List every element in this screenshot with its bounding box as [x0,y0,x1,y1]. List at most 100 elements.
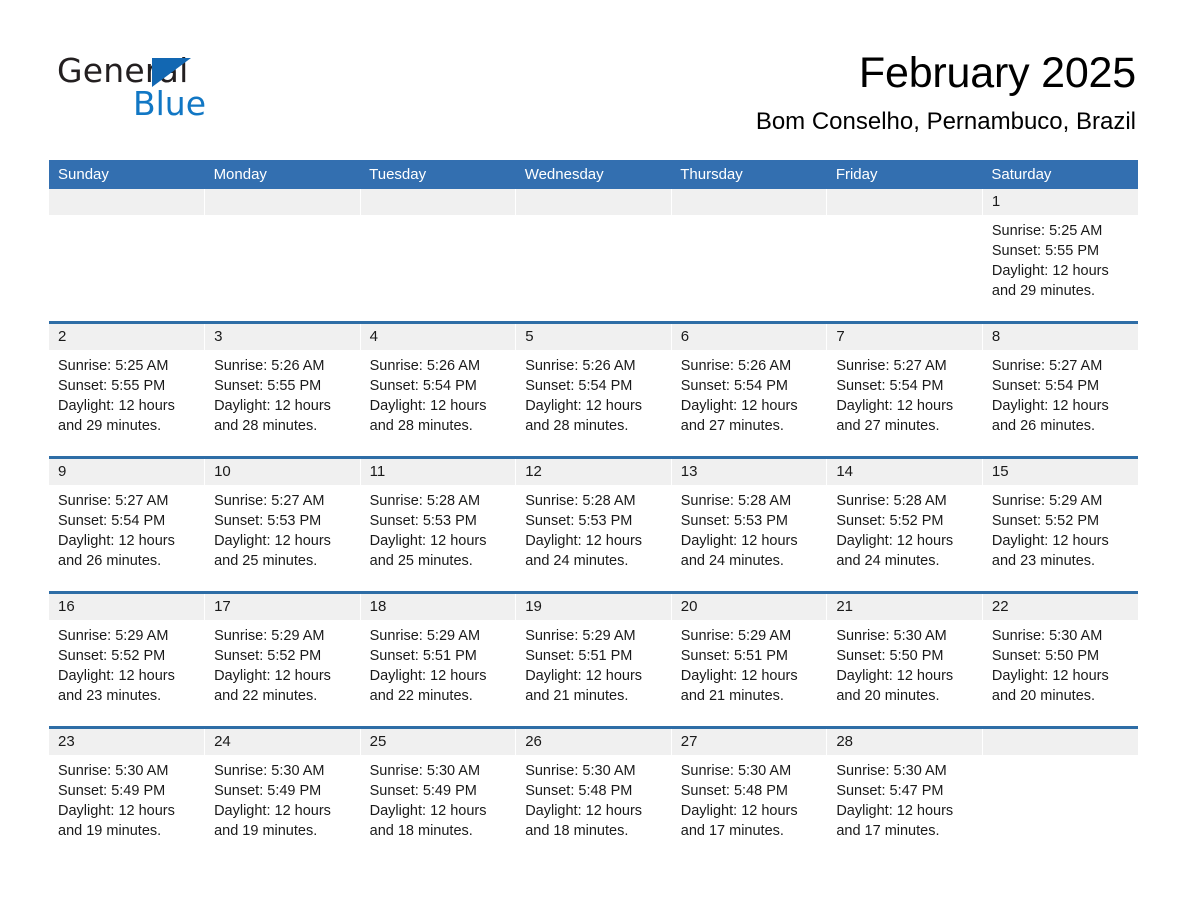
daylight-text-line2: and 26 minutes. [58,553,162,569]
daylight-text-line2: and 25 minutes. [369,553,473,569]
page-header: General Blue February 2025 Bom Conselho,… [0,0,1188,158]
calendar-day-cell-17[interactable]: 17 Sunrise: 5:29 AM Sunset: 5:52 PM Dayligh… [204,591,361,728]
daylight-text-line1: Daylight: 12 hours [369,668,487,684]
daylight-text-line1: Daylight: 12 hours [369,803,487,819]
page-title: February 2025 [858,49,1136,97]
calendar-empty-cell [982,726,1138,861]
sunset-text: Sunset: 5:54 PM [58,513,166,529]
day-number: 2 [49,324,205,350]
day-number [360,189,516,215]
calendar-day-cell-13[interactable]: 13 Sunrise: 5:28 AM Sunset: 5:53 PM Dayligh… [671,456,828,593]
calendar-day-cell-2[interactable]: 2 Sunrise: 5:25 AM Sunset: 5:55 PM Daylight… [49,321,206,458]
calendar-empty-cell [515,189,672,323]
day-number: 17 [205,594,360,620]
sunset-text: Sunset: 5:52 PM [836,513,944,529]
calendar-day-cell-3[interactable]: 3 Sunrise: 5:26 AM Sunset: 5:55 PM Daylight… [204,321,361,458]
calendar-day-cell-10[interactable]: 10 Sunrise: 5:27 AM Sunset: 5:53 PM Dayligh… [204,456,361,593]
calendar-day-cell-19[interactable]: 19 Sunrise: 5:29 AM Sunset: 5:51 PM Dayligh… [515,591,672,728]
daylight-text-line1: Daylight: 12 hours [214,668,331,684]
calendar-day-cell-23[interactable]: 23 Sunrise: 5:30 AM Sunset: 5:49 PM Dayligh… [49,726,206,861]
calendar-day-cell-9[interactable]: 9 Sunrise: 5:27 AM Sunset: 5:54 PM Daylight… [49,456,206,593]
calendar-day-cell-12[interactable]: 12 Sunrise: 5:28 AM Sunset: 5:53 PM Dayligh… [515,456,672,593]
day-number: 15 [982,459,1138,485]
day-details: Sunrise: 5:29 AM Sunset: 5:51 PM Daylight:… [361,620,516,706]
weekday-header-friday: Friday [826,160,983,189]
calendar-day-cell-7[interactable]: 7 Sunrise: 5:27 AM Sunset: 5:54 PM Daylight… [826,321,983,458]
sunrise-text: Sunrise: 5:25 AM [58,358,169,374]
calendar-day-cell-11[interactable]: 11 Sunrise: 5:28 AM Sunset: 5:53 PM Dayligh… [360,456,517,593]
sunrise-text: Sunrise: 5:29 AM [991,493,1103,509]
daylight-text-line2: and 17 minutes. [680,823,784,839]
daylight-text-line1: Daylight: 12 hours [214,398,331,414]
calendar-day-cell-4[interactable]: 4 Sunrise: 5:26 AM Sunset: 5:54 PM Daylight… [360,321,517,458]
day-number: 13 [671,459,827,485]
day-details: Sunrise: 5:30 AM Sunset: 5:50 PM Daylight:… [827,620,982,706]
daylight-text-line1: Daylight: 12 hours [991,263,1109,279]
daylight-text-line1: Daylight: 12 hours [680,803,798,819]
day-number: 27 [671,729,827,755]
daylight-text-line2: and 23 minutes. [991,553,1096,569]
day-details: Sunrise: 5:30 AM Sunset: 5:47 PM Daylight:… [827,755,982,841]
sunset-text: Sunset: 5:54 PM [369,378,477,394]
calendar-day-cell-27[interactable]: 27 Sunrise: 5:30 AM Sunset: 5:48 PM Dayligh… [671,726,828,861]
daylight-text-line2: and 28 minutes. [369,418,473,434]
calendar-day-cell-26[interactable]: 26 Sunrise: 5:30 AM Sunset: 5:48 PM Dayligh… [515,726,672,861]
daylight-text-line2: and 26 minutes. [991,418,1096,434]
calendar-day-cell-25[interactable]: 25 Sunrise: 5:30 AM Sunset: 5:49 PM Dayligh… [360,726,517,861]
calendar-day-cell-18[interactable]: 18 Sunrise: 5:29 AM Sunset: 5:51 PM Dayligh… [360,591,517,728]
sunrise-text: Sunrise: 5:30 AM [836,763,947,779]
calendar-day-cell-16[interactable]: 16 Sunrise: 5:29 AM Sunset: 5:52 PM Dayligh… [49,591,206,728]
daylight-text-line2: and 24 minutes. [680,553,784,569]
daylight-text-line1: Daylight: 12 hours [525,803,643,819]
calendar-day-cell-15[interactable]: 15 Sunrise: 5:29 AM Sunset: 5:52 PM Dayligh… [982,456,1138,593]
day-number: 12 [516,459,671,485]
sunset-text: Sunset: 5:55 PM [214,378,322,394]
daylight-text-line2: and 19 minutes. [214,823,318,839]
calendar-day-cell-14[interactable]: 14 Sunrise: 5:28 AM Sunset: 5:52 PM Dayligh… [826,456,983,593]
calendar-day-cell-6[interactable]: 6 Sunrise: 5:26 AM Sunset: 5:54 PM Daylight… [671,321,828,458]
daylight-text-line1: Daylight: 12 hours [991,668,1109,684]
day-details: Sunrise: 5:27 AM Sunset: 5:54 PM Daylight:… [827,350,982,436]
day-number: 23 [49,729,205,755]
sunset-text: Sunset: 5:55 PM [58,378,166,394]
daylight-text-line1: Daylight: 12 hours [525,398,643,414]
calendar-day-cell-22[interactable]: 22 Sunrise: 5:30 AM Sunset: 5:50 PM Dayligh… [982,591,1138,728]
day-number [827,189,982,215]
sunrise-text: Sunrise: 5:29 AM [58,628,169,644]
calendar-day-cell-24[interactable]: 24 Sunrise: 5:30 AM Sunset: 5:49 PM Dayligh… [204,726,361,861]
calendar-day-cell-20[interactable]: 20 Sunrise: 5:29 AM Sunset: 5:51 PM Dayligh… [671,591,828,728]
general-blue-logo[interactable]: General Blue [57,52,377,132]
sunrise-text: Sunrise: 5:30 AM [369,763,481,779]
sunrise-text: Sunrise: 5:26 AM [369,358,481,374]
daylight-text-line2: and 27 minutes. [680,418,784,434]
daylight-text-line1: Daylight: 12 hours [836,398,954,414]
day-details: Sunrise: 5:29 AM Sunset: 5:52 PM Daylight:… [983,485,1138,571]
weekday-header-monday: Monday [204,160,361,189]
day-details: Sunrise: 5:26 AM Sunset: 5:54 PM Daylight:… [516,350,671,436]
day-number [671,189,827,215]
daylight-text-line1: Daylight: 12 hours [525,533,643,549]
calendar-week-row: 2 Sunrise: 5:25 AM Sunset: 5:55 PM Daylight… [49,321,1138,458]
calendar-day-cell-21[interactable]: 21 Sunrise: 5:30 AM Sunset: 5:50 PM Dayligh… [826,591,983,728]
daylight-text-line2: and 29 minutes. [58,418,162,434]
calendar-day-cell-8[interactable]: 8 Sunrise: 5:27 AM Sunset: 5:54 PM Daylight… [982,321,1138,458]
weekday-header-thursday: Thursday [671,160,827,189]
sunset-text: Sunset: 5:55 PM [991,243,1100,259]
sunset-text: Sunset: 5:48 PM [680,783,788,799]
calendar-week-row: 16 Sunrise: 5:29 AM Sunset: 5:52 PM Dayligh… [49,591,1138,728]
sunset-text: Sunset: 5:49 PM [58,783,166,799]
sunrise-text: Sunrise: 5:28 AM [680,493,792,509]
day-details: Sunrise: 5:30 AM Sunset: 5:48 PM Daylight:… [516,755,671,841]
calendar-day-cell-1[interactable]: 1 Sunrise: 5:25 AM Sunset: 5:55 PM Daylight… [982,189,1138,323]
calendar-empty-cell [671,189,828,323]
sunset-text: Sunset: 5:53 PM [680,513,788,529]
sunrise-text: Sunrise: 5:26 AM [214,358,325,374]
daylight-text-line1: Daylight: 12 hours [58,668,175,684]
calendar-day-cell-28[interactable]: 28 Sunrise: 5:30 AM Sunset: 5:47 PM Dayligh… [826,726,983,861]
day-details: Sunrise: 5:30 AM Sunset: 5:49 PM Daylight:… [361,755,516,841]
daylight-text-line1: Daylight: 12 hours [836,668,954,684]
daylight-text-line1: Daylight: 12 hours [214,803,331,819]
calendar-day-cell-5[interactable]: 5 Sunrise: 5:26 AM Sunset: 5:54 PM Daylight… [515,321,672,458]
day-details: Sunrise: 5:28 AM Sunset: 5:53 PM Daylight:… [361,485,516,571]
day-details: Sunrise: 5:26 AM Sunset: 5:54 PM Daylight:… [672,350,827,436]
